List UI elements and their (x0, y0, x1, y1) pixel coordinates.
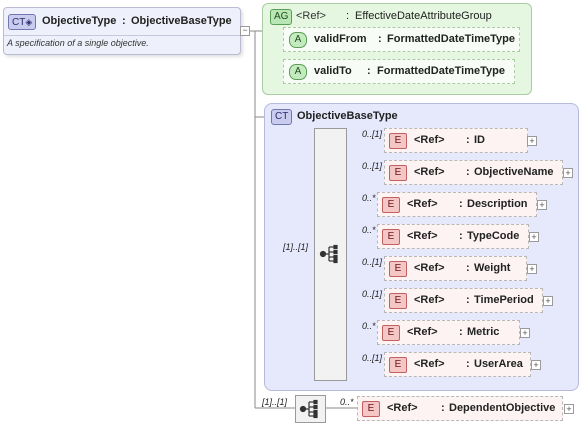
element-icon: E (389, 261, 407, 277)
type-name: ObjectiveType (42, 15, 117, 27)
sequence-cardinality: [1]..[1] (283, 242, 309, 252)
sequence-icon (299, 399, 318, 419)
element-ref: <Ref> (407, 326, 438, 338)
element-icon: E (382, 229, 400, 245)
element-separator: : (459, 198, 463, 210)
expand-metric-toggle[interactable]: + (520, 328, 530, 338)
type-description: A specification of a single objective. (7, 38, 149, 48)
element-ref: <Ref> (414, 262, 445, 274)
element-type-code[interactable]: E <Ref> : TypeCode (377, 224, 529, 249)
attribute-group-panel: AG <Ref> : EffectiveDateAttributeGroup A… (262, 3, 532, 95)
element-time-period[interactable]: E <Ref> : TimePeriod (384, 288, 543, 313)
element-ref: <Ref> (407, 230, 438, 242)
attribute-valid-to[interactable]: A validTo : FormattedDateTimeType (283, 59, 515, 84)
element-ref: <Ref> (414, 358, 445, 370)
base-type-name: ObjectiveBaseType (131, 15, 232, 27)
complex-type-icon: CT (271, 109, 293, 125)
element-user-area[interactable]: E <Ref> : UserArea (384, 352, 531, 377)
element-icon: E (362, 401, 380, 417)
element-id[interactable]: E <Ref> : ID (384, 128, 528, 153)
expand-time-period-toggle[interactable]: + (543, 296, 553, 306)
element-name: Metric (467, 326, 500, 338)
element-cardinality: 0..[1] (362, 129, 383, 139)
expand-weight-toggle[interactable]: + (527, 264, 537, 274)
element-separator: : (466, 294, 470, 306)
attribute-name: validFrom (314, 33, 367, 45)
element-cardinality: 0..[1] (362, 257, 383, 267)
element-ref: <Ref> (414, 134, 445, 146)
element-name: DependentObjective (449, 402, 556, 414)
element-separator: : (441, 402, 445, 414)
expand-description-toggle[interactable]: + (537, 200, 547, 210)
element-name: TimePeriod (474, 294, 534, 306)
expand-dependent-objective-toggle[interactable]: + (564, 404, 574, 414)
base-type-title: ObjectiveBaseType (297, 110, 398, 122)
element-icon: E (389, 133, 407, 149)
attribute-type: FormattedDateTimeType (387, 33, 515, 45)
element-objective-name[interactable]: E <Ref> : ObjectiveName (384, 160, 563, 185)
collapse-toggle[interactable]: − (240, 26, 250, 36)
element-icon: E (389, 293, 407, 309)
element-cardinality: 0..* (340, 397, 354, 407)
sequence-compositor[interactable] (314, 128, 347, 381)
element-cardinality: 0..* (362, 193, 376, 203)
element-name: UserArea (474, 358, 523, 370)
objective-type-node[interactable]: CT◈ ObjectiveType : ObjectiveBaseType A … (3, 7, 241, 55)
ag-name: EffectiveDateAttributeGroup (355, 10, 492, 22)
element-name: Weight (474, 262, 511, 274)
expand-id-toggle[interactable]: + (527, 136, 537, 146)
element-icon: E (389, 357, 407, 373)
element-dependent-objective[interactable]: E <Ref> : DependentObjective (357, 396, 563, 421)
element-separator: : (466, 358, 470, 370)
element-cardinality: 0..[1] (362, 289, 383, 299)
ag-separator: : (346, 10, 350, 22)
element-separator: : (466, 262, 470, 274)
type-separator: : (122, 15, 126, 27)
element-icon: E (382, 325, 400, 341)
dependent-sequence-compositor[interactable] (295, 395, 326, 423)
attribute-name: validTo (314, 65, 352, 77)
element-name: ObjectiveName (474, 166, 554, 178)
element-name: Description (467, 198, 528, 210)
element-separator: : (459, 230, 463, 242)
objective-type-header: CT◈ ObjectiveType : ObjectiveBaseType (4, 8, 240, 36)
expand-type-code-toggle[interactable]: + (529, 232, 539, 242)
element-ref: <Ref> (407, 198, 438, 210)
element-separator: : (459, 326, 463, 338)
element-weight[interactable]: E <Ref> : Weight (384, 256, 527, 281)
element-separator: : (466, 134, 470, 146)
element-cardinality: 0..[1] (362, 353, 383, 363)
attribute-valid-from[interactable]: A validFrom : FormattedDateTimeType (283, 27, 520, 52)
element-icon: E (389, 165, 407, 181)
element-ref: <Ref> (414, 166, 445, 178)
sequence-icon (319, 244, 338, 264)
element-cardinality: 0..* (362, 225, 376, 235)
element-name: TypeCode (467, 230, 520, 242)
element-description[interactable]: E <Ref> : Description (377, 192, 537, 217)
attribute-separator: : (367, 65, 371, 77)
attribute-type: FormattedDateTimeType (377, 65, 505, 77)
complex-type-icon: CT◈ (8, 14, 37, 30)
attribute-icon: A (289, 64, 307, 80)
element-separator: : (466, 166, 470, 178)
element-icon: E (382, 197, 400, 213)
attribute-separator: : (378, 33, 382, 45)
sequence-cardinality: [1]..[1] (262, 397, 288, 407)
element-metric[interactable]: E <Ref> : Metric (377, 320, 520, 345)
expand-objective-name-toggle[interactable]: + (563, 168, 573, 178)
element-cardinality: 0..[1] (362, 161, 383, 171)
expand-user-area-toggle[interactable]: + (531, 360, 541, 370)
element-ref: <Ref> (387, 402, 418, 414)
attribute-group-icon: AG (270, 9, 293, 25)
element-name: ID (474, 134, 485, 146)
element-ref: <Ref> (414, 294, 445, 306)
attribute-icon: A (289, 32, 307, 48)
element-cardinality: 0..* (362, 321, 376, 331)
ag-ref: <Ref> (296, 10, 326, 22)
